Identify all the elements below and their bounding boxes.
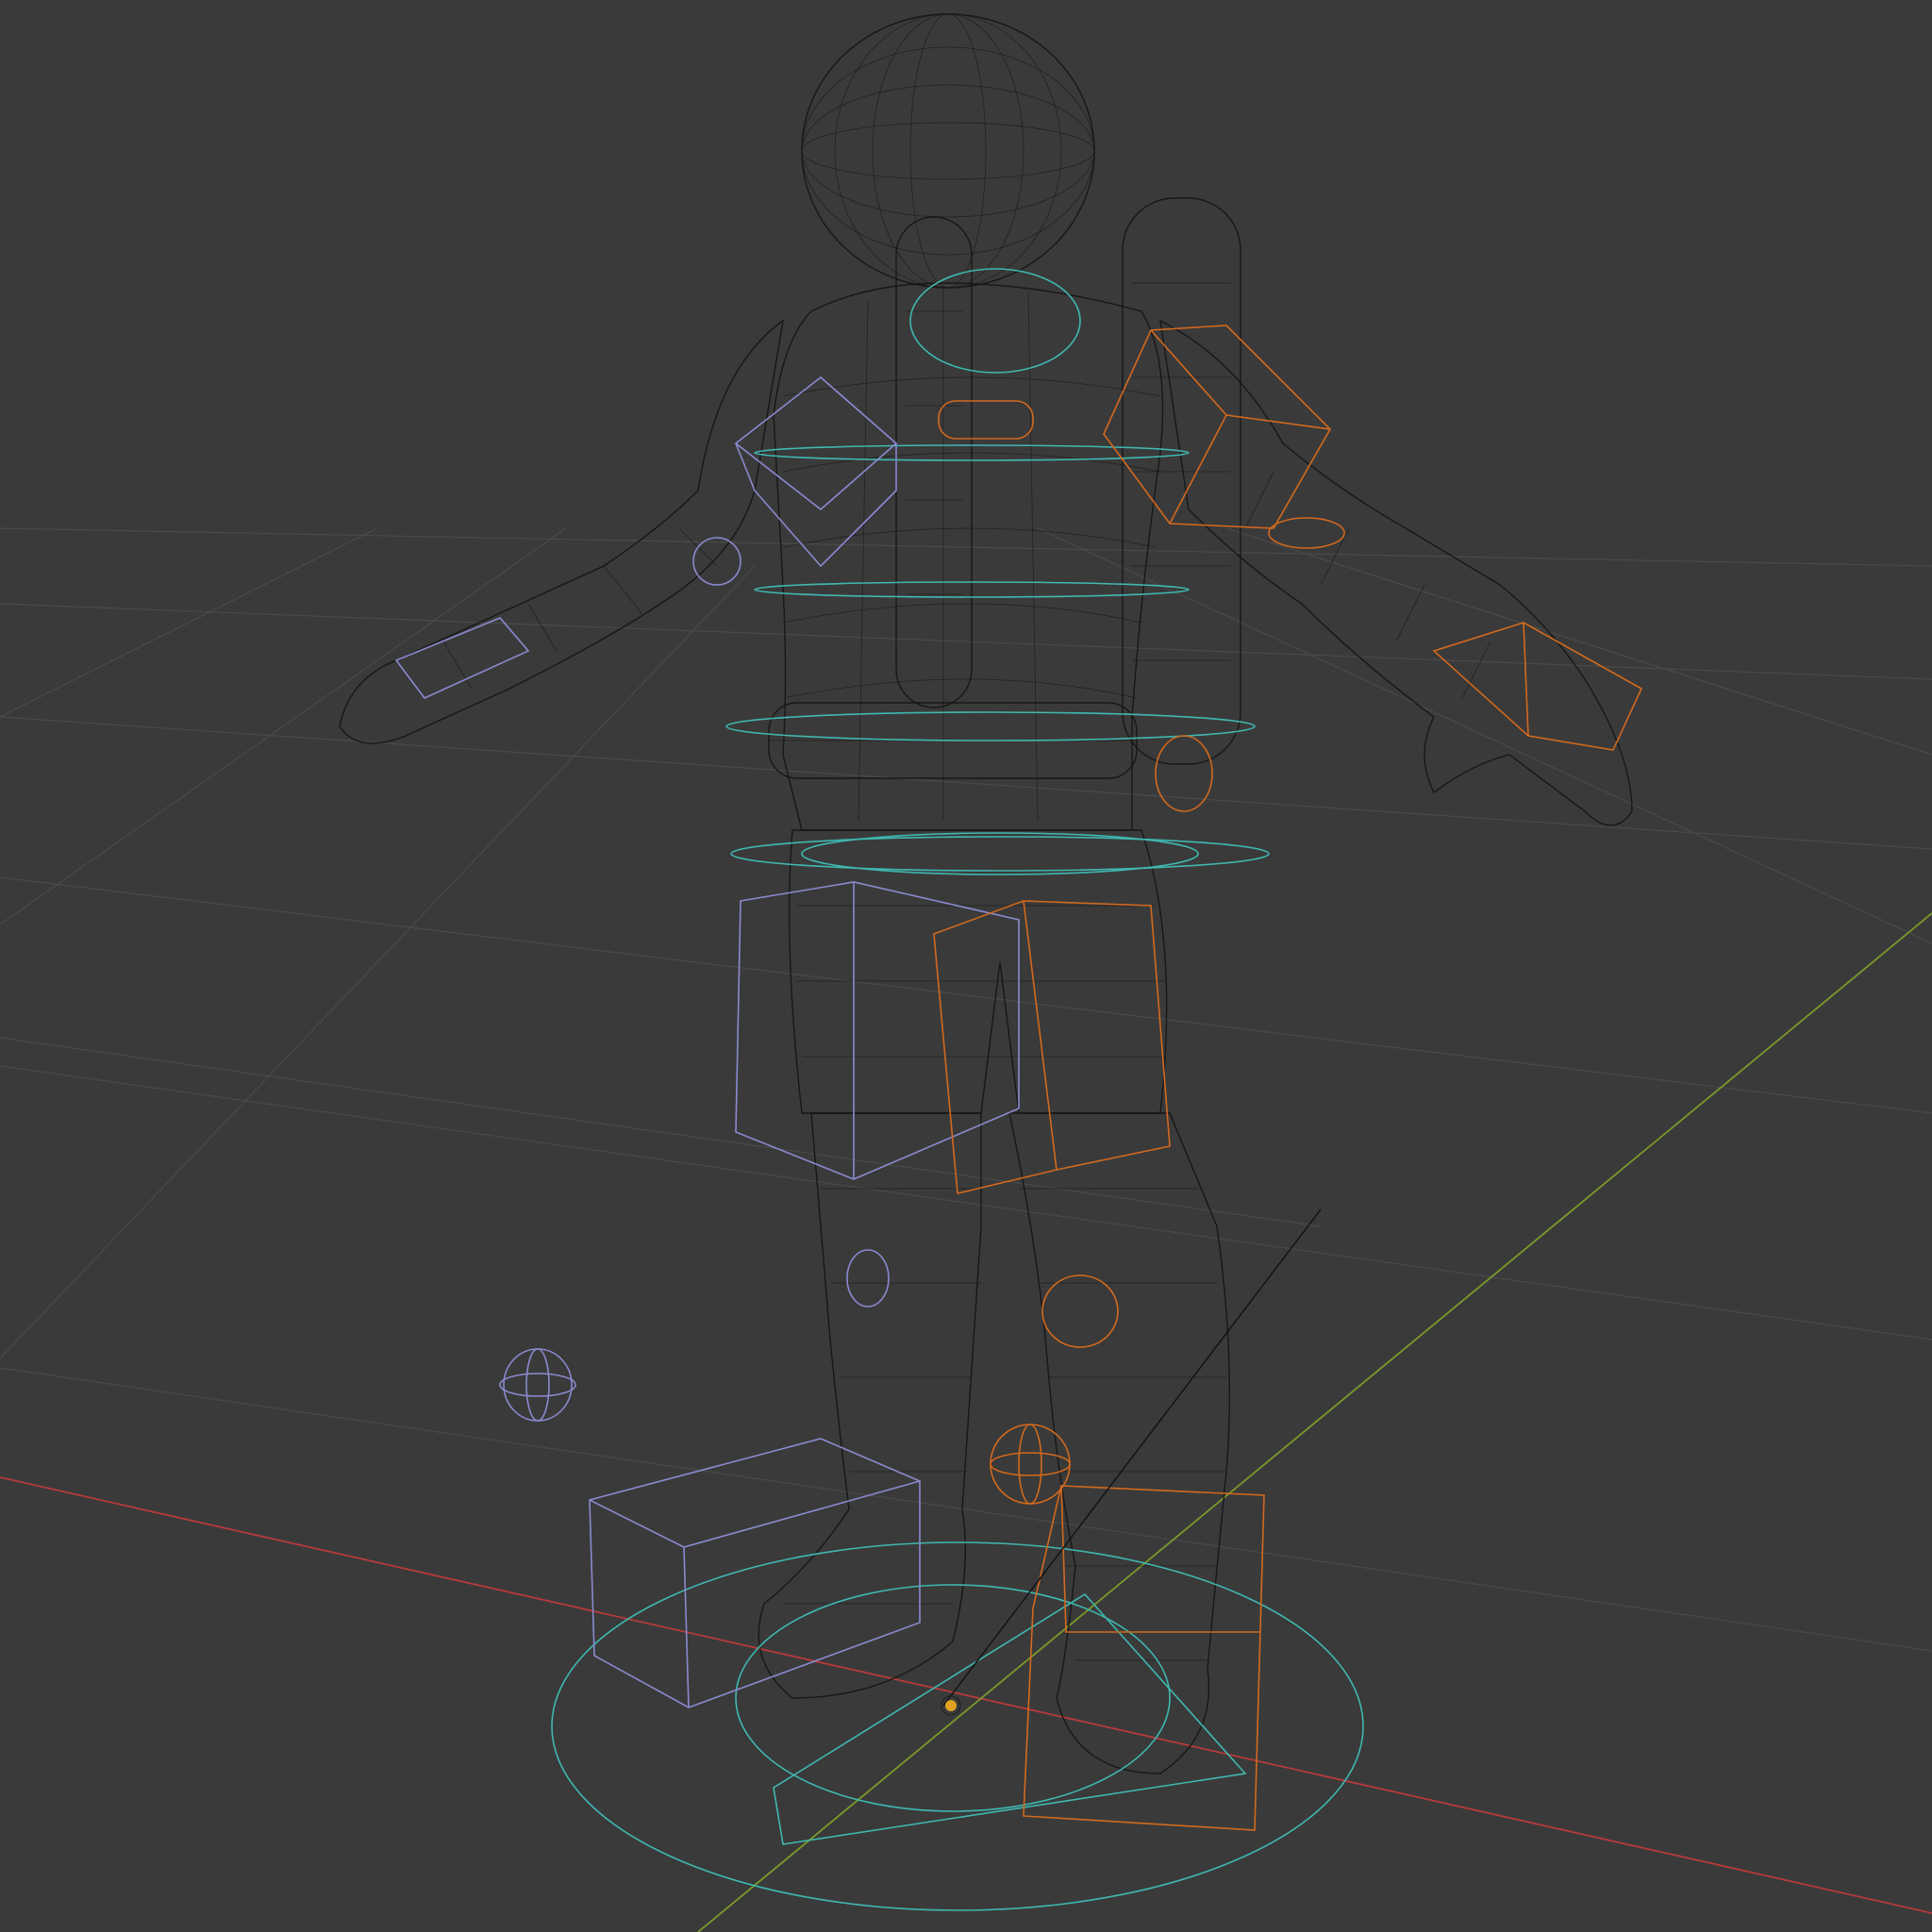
origin-marker <box>941 1208 1322 1716</box>
collar-r-control <box>938 400 1034 440</box>
3d-viewport[interactable] <box>0 0 1932 1932</box>
root-control-outer <box>551 1541 1364 1911</box>
shoulder-r-control <box>1103 325 1331 529</box>
thigh-l-control <box>735 881 1020 1180</box>
neck-control <box>909 268 1081 374</box>
foot-r-control <box>1023 1485 1265 1831</box>
knee-l-control <box>846 1249 890 1307</box>
hip-r-pivot <box>1155 735 1213 812</box>
elbow-l-control <box>692 537 741 586</box>
pole-target-l <box>499 1348 576 1422</box>
wrist-r-control <box>1432 622 1643 751</box>
viewport-canvas[interactable] <box>0 0 1932 1932</box>
center-controls[interactable] <box>551 268 1364 1911</box>
world-axes <box>0 912 1932 1932</box>
hips-control-outer <box>730 836 1270 872</box>
right-side-controls[interactable] <box>933 325 1643 1831</box>
knee-r-control <box>1041 1274 1119 1348</box>
astronaut-mesh[interactable] <box>339 13 1633 1774</box>
floor-grid <box>0 527 1932 1652</box>
shoulder-l-control <box>734 375 898 568</box>
thigh-r-control <box>933 900 1171 1194</box>
spine-control <box>725 711 1256 741</box>
y-axis <box>697 912 1932 1932</box>
left-side-controls[interactable] <box>394 375 1020 1708</box>
elbow-r-control <box>1268 517 1345 549</box>
